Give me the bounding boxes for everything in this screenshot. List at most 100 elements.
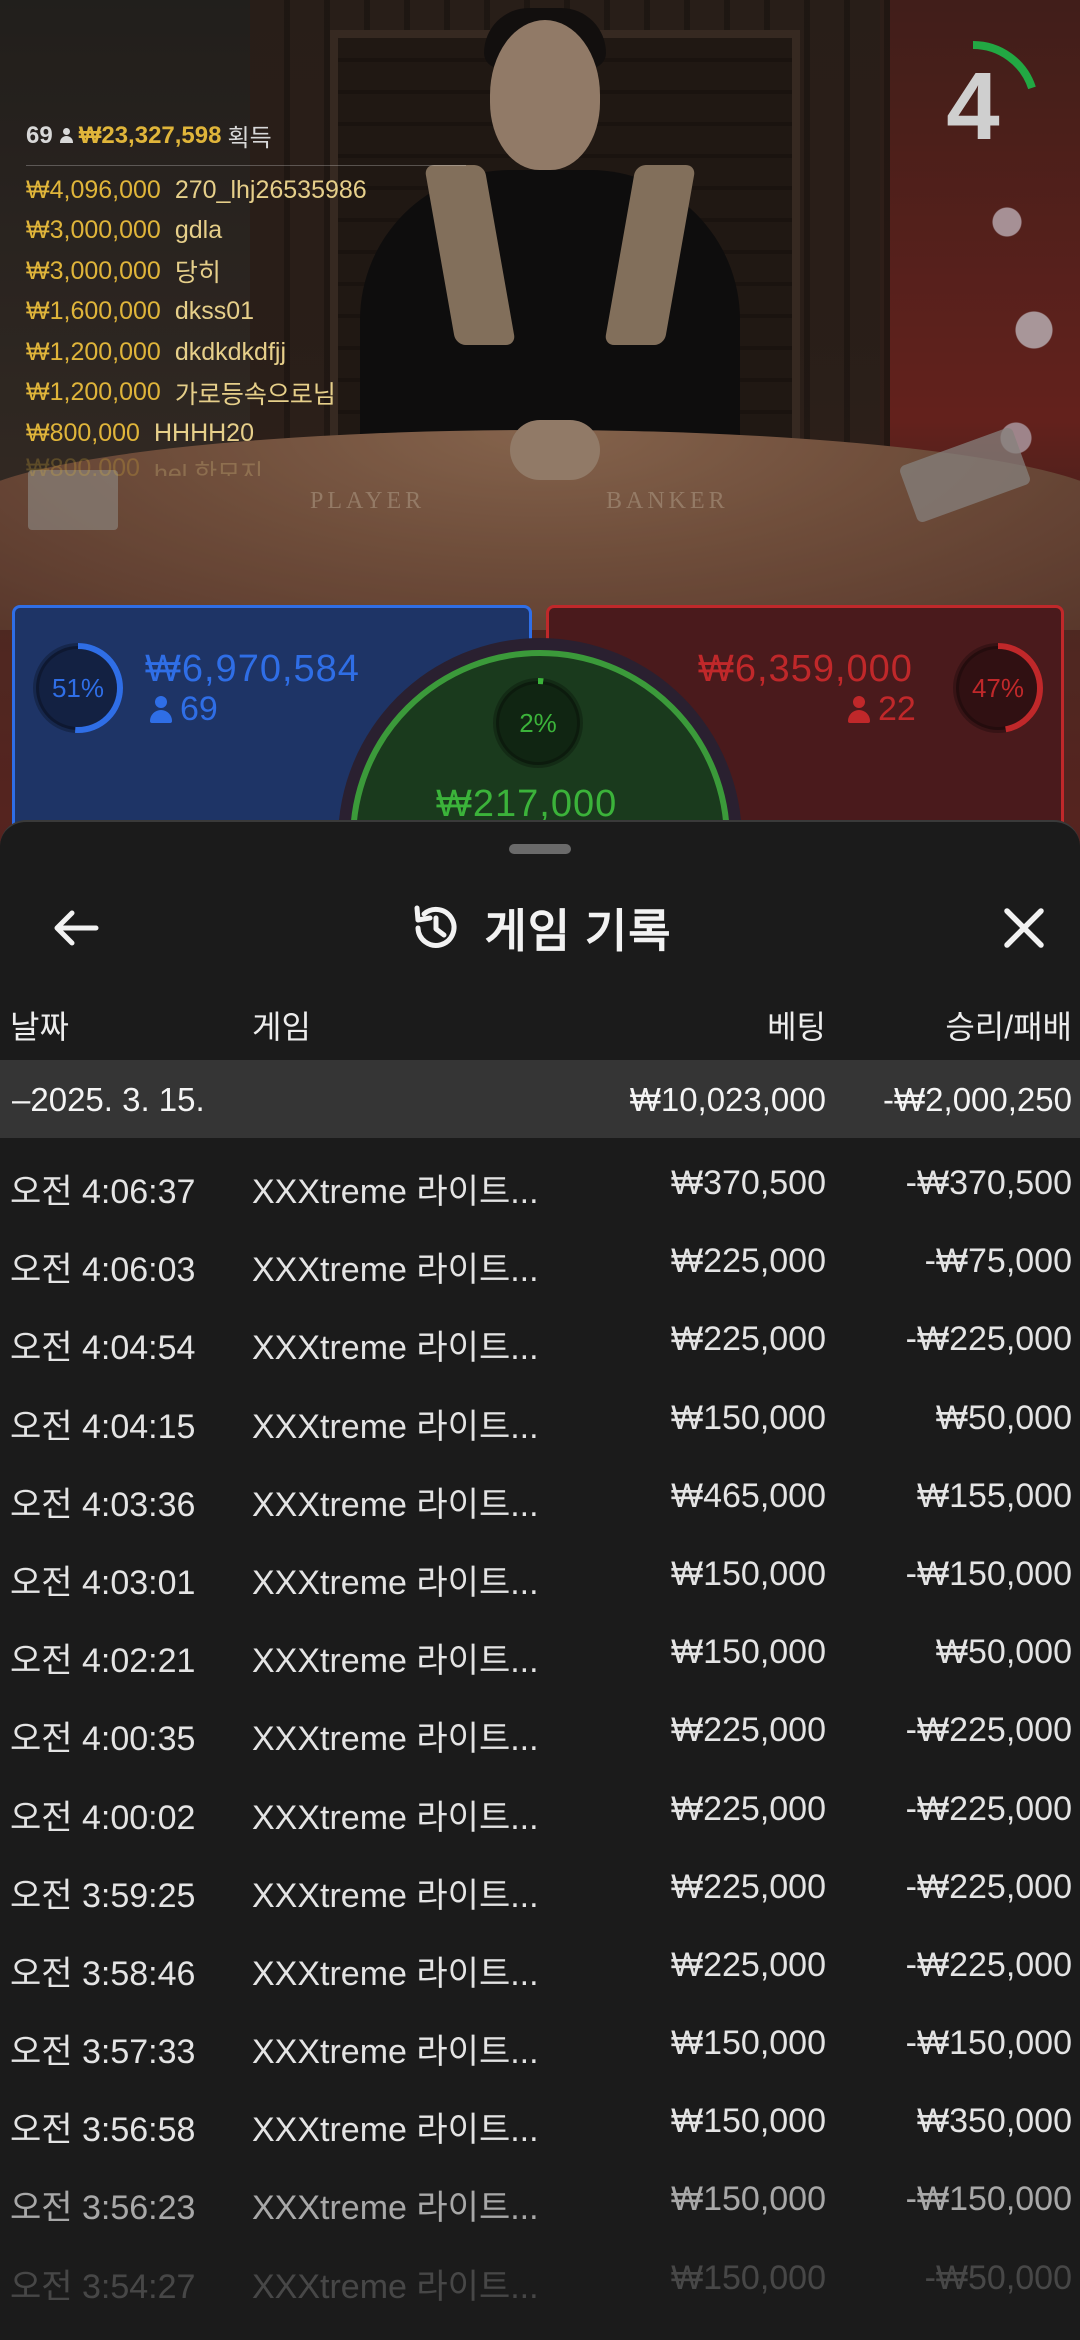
row-time: 오전 3:59:25 xyxy=(10,1876,196,1915)
banker-bettors: 22 xyxy=(848,690,916,729)
round-countdown-timer: 4 xyxy=(904,38,1042,176)
row-time: 오전 3:56:58 xyxy=(10,2111,196,2150)
row-result: -₩75,000 xyxy=(924,1242,1072,1281)
row-game: XXXtreme 라이트... xyxy=(252,1173,539,1211)
recent-winners-overlay: 69 ₩23,327,598 획득 ₩4,096,000 270_lhj26535… xyxy=(26,118,466,476)
row-bet: ₩225,000 xyxy=(671,1867,826,1906)
row-time: 오전 4:00:02 xyxy=(10,1798,196,1837)
history-row[interactable]: 오전 4:00:02 XXXtreme 라이트... ₩225,000 -₩225,0… xyxy=(0,1768,1080,1846)
row-bet: ₩150,000 xyxy=(671,2180,826,2219)
history-row[interactable]: 오전 4:04:54 XXXtreme 라이트... ₩225,000 -₩225,0… xyxy=(0,1298,1080,1376)
row-time: 오전 4:00:35 xyxy=(10,1720,196,1759)
sheet-drag-handle[interactable] xyxy=(509,844,571,854)
row-result: -₩150,000 xyxy=(905,1554,1072,1593)
row-game: XXXtreme 라이트... xyxy=(252,2111,539,2150)
winner-username: HHHH20 xyxy=(153,418,254,447)
close-button[interactable] xyxy=(988,892,1060,964)
row-result: -₩225,000 xyxy=(905,1945,1072,1984)
player-bet-total: ₩6,970,584 xyxy=(145,648,360,690)
history-row[interactable]: 오전 3:59:25 XXXtreme 라이트... ₩225,000 -₩225,0… xyxy=(0,1846,1080,1924)
history-row[interactable]: 오전 3:54:27 XXXtreme 라이트... ₩150,000 -₩50,00… xyxy=(0,2237,1080,2315)
winner-row: ₩800,000 hel 한모지 xyxy=(26,454,466,476)
winner-row: ₩1,600,000 dkss01 xyxy=(26,292,466,333)
date-group-date: 2025. 3. 15. xyxy=(30,1081,205,1118)
winner-amount: ₩3,000,000 xyxy=(26,256,161,285)
sheet-title-group: 게임 기록 xyxy=(0,892,1080,964)
winner-username: dkdkdkdfjj xyxy=(174,337,286,366)
row-time: 오전 4:06:37 xyxy=(10,1173,196,1211)
tie-percent: 2% xyxy=(519,707,557,738)
winners-count: 69 xyxy=(26,121,53,149)
banker-percent-ring: 47% xyxy=(950,640,1046,736)
column-header-date: 날짜 xyxy=(10,1009,69,1045)
history-row[interactable]: 오전 3:56:58 XXXtreme 라이트... ₩150,000 ₩350,00… xyxy=(0,2080,1080,2158)
history-row[interactable]: 오전 4:03:36 XXXtreme 라이트... ₩465,000 ₩155,00… xyxy=(0,1455,1080,1533)
row-result: -₩225,000 xyxy=(905,1789,1072,1828)
row-bet: ₩150,000 xyxy=(671,2102,826,2141)
row-result: -₩225,000 xyxy=(905,1711,1072,1750)
person-icon xyxy=(59,127,73,144)
winner-amount: ₩1,200,000 xyxy=(26,378,161,407)
banker-bet-total: ₩6,359,000 xyxy=(698,648,913,690)
winner-amount: ₩800,000 xyxy=(26,453,140,476)
row-game: XXXtreme 라이트... xyxy=(252,2033,539,2072)
row-result: ₩350,000 xyxy=(917,2102,1072,2141)
winner-amount: ₩1,200,000 xyxy=(26,337,161,366)
row-bet: ₩150,000 xyxy=(671,2258,826,2297)
row-game: XXXtreme 라이트... xyxy=(252,1954,539,1993)
winner-amount: ₩4,096,000 xyxy=(26,175,161,204)
history-row[interactable]: 오전 3:58:46 XXXtreme 라이트... ₩225,000 -₩225,0… xyxy=(0,1924,1080,2002)
row-game: XXXtreme 라이트... xyxy=(252,1876,539,1915)
row-game: XXXtreme 라이트... xyxy=(252,1407,539,1446)
winner-amount: ₩1,600,000 xyxy=(26,297,161,326)
row-game: XXXtreme 라이트... xyxy=(252,1720,539,1759)
row-bet: ₩225,000 xyxy=(671,1320,826,1359)
history-row[interactable]: 오전 4:02:21 XXXtreme 라이트... ₩150,000 ₩50,000 xyxy=(0,1611,1080,1689)
winners-list: ₩4,096,000 270_lhj26535986 ₩3,000,000 gdla ₩… xyxy=(26,166,466,476)
row-result: -₩50,000 xyxy=(924,2258,1072,2297)
row-bet: ₩465,000 xyxy=(671,1476,826,1515)
winner-amount: ₩800,000 xyxy=(26,418,140,447)
history-row[interactable]: 오전 4:03:01 XXXtreme 라이트... ₩150,000 -₩150,0… xyxy=(0,1533,1080,1611)
row-bet: ₩150,000 xyxy=(671,2024,826,2063)
date-group-row[interactable]: –2025. 3. 15. ₩10,023,000 -₩2,000,250 xyxy=(0,1060,1080,1138)
row-time: 오전 3:58:46 xyxy=(10,1954,196,1993)
row-bet: ₩150,000 xyxy=(671,1554,826,1593)
winner-row: ₩800,000 HHHH20 xyxy=(26,413,466,454)
history-row[interactable]: 오전 4:00:35 XXXtreme 라이트... ₩225,000 -₩225,0… xyxy=(0,1689,1080,1767)
winner-username: 가로등속으로님 xyxy=(174,380,336,409)
winners-gain-label: 획득 xyxy=(227,125,272,152)
winner-row: ₩4,096,000 270_lhj26535986 xyxy=(26,170,466,211)
winners-summary: 69 ₩23,327,598 획득 xyxy=(26,118,466,166)
history-row[interactable]: 오전 4:04:15 XXXtreme 라이트... ₩150,000 ₩50,000 xyxy=(0,1377,1080,1455)
date-group-toggle[interactable]: –2025. 3. 15. xyxy=(12,1081,205,1119)
person-icon xyxy=(150,695,172,724)
history-row[interactable]: 오전 3:57:33 XXXtreme 라이트... ₩150,000 -₩150,0… xyxy=(0,2002,1080,2080)
row-time: 오전 4:02:21 xyxy=(10,1642,196,1681)
sheet-title: 게임 기록 xyxy=(484,905,672,957)
game-history-sheet: 게임 기록 날짜 게임 베팅 승리/패배 –2025. 3. 15. ₩10,0… xyxy=(0,820,1080,2340)
row-game: XXXtreme 라이트... xyxy=(252,2267,539,2306)
row-bet: ₩225,000 xyxy=(671,1789,826,1828)
winner-username: 270_lhj26535986 xyxy=(174,175,367,204)
row-result: ₩50,000 xyxy=(935,1398,1072,1437)
row-time: 오전 4:06:03 xyxy=(10,1251,196,1290)
history-row[interactable]: 오전 3:56:23 XXXtreme 라이트... ₩150,000 -₩150,0… xyxy=(0,2158,1080,2236)
row-game: XXXtreme 라이트... xyxy=(252,2189,539,2228)
row-time: 오전 4:03:01 xyxy=(10,1563,196,1602)
row-game: XXXtreme 라이트... xyxy=(252,1642,539,1681)
close-icon xyxy=(1004,908,1044,948)
player-percent: 51% xyxy=(51,672,105,703)
row-bet: ₩225,000 xyxy=(671,1711,826,1750)
history-row[interactable]: 오전 4:06:37 XXXtreme 라이트... ₩370,500 -₩370,5… xyxy=(0,1142,1080,1220)
winner-username: gdla xyxy=(174,216,223,245)
winner-row: ₩1,200,000 dkdkdkdfjj xyxy=(26,332,466,373)
winner-row: ₩3,000,000 당히 xyxy=(26,251,466,292)
tie-percent-ring: 2% xyxy=(490,675,586,771)
player-percent-ring: 51% xyxy=(30,640,126,736)
row-game: XXXtreme 라이트... xyxy=(252,1329,539,1368)
row-game: XXXtreme 라이트... xyxy=(252,1485,539,1524)
history-row[interactable]: 오전 4:06:03 XXXtreme 라이트... ₩225,000 -₩75,00… xyxy=(0,1220,1080,1298)
row-result: -₩225,000 xyxy=(905,1320,1072,1359)
date-group-total-result: -₩2,000,250 xyxy=(883,1081,1072,1118)
